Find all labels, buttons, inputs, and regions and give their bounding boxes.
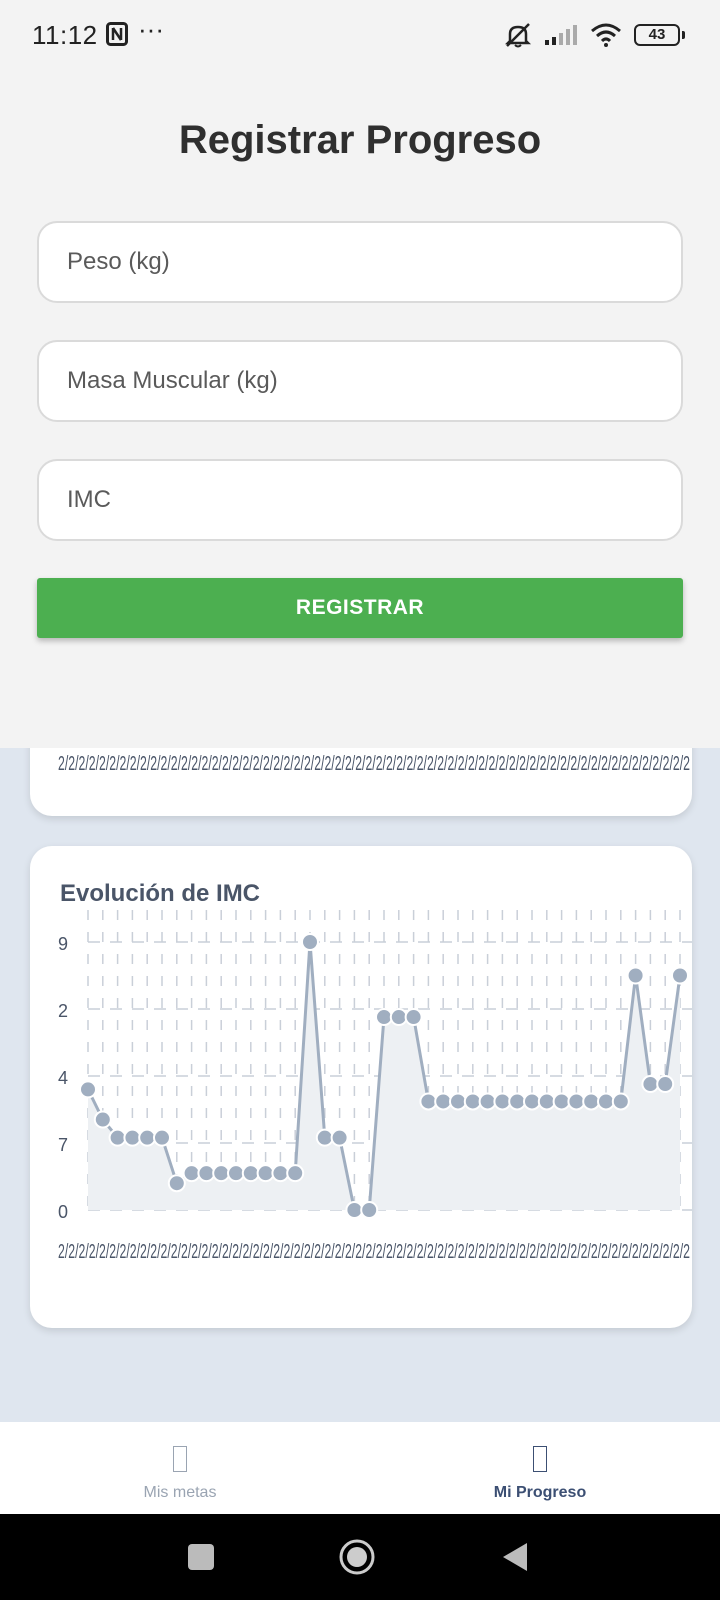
imc-data-point xyxy=(360,1201,379,1219)
imc-data-point xyxy=(656,1075,675,1094)
imc-data-point xyxy=(508,1092,527,1111)
signal-icon xyxy=(545,25,577,45)
battery-indicator: 43 xyxy=(634,24,685,46)
y-tick-label: 7 xyxy=(58,1135,68,1155)
imc-data-point xyxy=(108,1128,127,1147)
imc-input[interactable] xyxy=(37,459,683,541)
y-tick-label: 9 xyxy=(58,934,68,954)
imc-data-point xyxy=(315,1128,334,1147)
imc-data-point xyxy=(375,1008,393,1027)
nav-item-mis-metas[interactable]: Mis metas xyxy=(0,1422,360,1514)
imc-data-point xyxy=(241,1164,260,1183)
missing-glyph-icon xyxy=(173,1446,187,1472)
imc-data-point xyxy=(404,1008,423,1027)
imc-data-point xyxy=(523,1092,541,1111)
mute-icon xyxy=(504,23,532,48)
nav-label-mis-metas: Mis metas xyxy=(143,1484,217,1501)
imc-data-point xyxy=(330,1128,349,1147)
previous-chart-x-tick-labels: 2/2/2/2/2/2/2/2/2/2/2/2/2/2/2/2/2/2/2/2/… xyxy=(58,753,690,775)
imc-data-point xyxy=(626,966,645,985)
page-title: Registrar Progreso xyxy=(178,118,542,162)
imc-data-point xyxy=(478,1092,497,1111)
bottom-navigation: Mis metas Mi Progreso xyxy=(0,1422,720,1514)
imc-data-point xyxy=(93,1110,112,1129)
status-more-icon: ··· xyxy=(138,14,164,44)
imc-data-point xyxy=(552,1092,571,1111)
imc-data-point xyxy=(79,1080,97,1099)
imc-chart-card: Evolución de IMC 9 2 4 7 0 2/2/2/2/2/2/2/2/2/… xyxy=(30,846,692,1328)
imc-data-point xyxy=(641,1075,660,1094)
home-button[interactable] xyxy=(339,1539,375,1575)
masa-muscular-input[interactable] xyxy=(37,340,683,422)
back-button[interactable] xyxy=(503,1543,527,1571)
imc-data-point xyxy=(389,1008,408,1027)
status-bar: 11:12 ··· 43 xyxy=(0,0,720,72)
imc-data-point xyxy=(212,1164,231,1183)
imc-data-point xyxy=(153,1128,171,1147)
imc-data-point xyxy=(434,1092,453,1111)
status-time: 11:12 xyxy=(32,20,98,50)
recent-apps-button[interactable] xyxy=(188,1544,214,1570)
imc-data-point xyxy=(182,1164,201,1183)
nfc-icon xyxy=(106,22,128,46)
imc-data-point xyxy=(167,1174,186,1193)
imc-data-point xyxy=(301,933,319,951)
imc-data-point xyxy=(256,1164,275,1183)
imc-data-point xyxy=(449,1092,467,1111)
imc-data-point xyxy=(611,1092,630,1111)
imc-data-point xyxy=(286,1164,305,1183)
imc-data-point xyxy=(671,966,689,985)
imc-data-point xyxy=(537,1092,556,1111)
y-tick-label: 4 xyxy=(58,1068,68,1088)
imc-data-point xyxy=(197,1164,216,1183)
peso-input[interactable] xyxy=(37,221,683,303)
missing-glyph-icon xyxy=(533,1446,547,1472)
imc-data-point xyxy=(493,1092,512,1111)
nav-label-mi-progreso: Mi Progreso xyxy=(493,1484,587,1501)
nav-item-mi-progreso[interactable]: Mi Progreso xyxy=(360,1422,720,1514)
x-tick-labels: 2/2/2/2/2/2/2/2/2/2/2/2/2/2/2/2/2/2/2/2/… xyxy=(58,1241,690,1263)
imc-data-point xyxy=(567,1092,586,1111)
registrar-button[interactable]: REGISTRAR xyxy=(37,578,683,638)
imc-data-point xyxy=(463,1092,482,1111)
wifi-icon xyxy=(591,23,621,47)
system-navigation-bar xyxy=(0,1514,720,1600)
imc-chart: 9 2 4 7 0 2/2/2/2/2/2/2/2/2/2/2/2/2/2/2/2/2/2… xyxy=(58,910,692,1263)
imc-data-point xyxy=(345,1201,364,1219)
y-tick-label: 0 xyxy=(58,1202,68,1222)
imc-data-point xyxy=(227,1164,245,1183)
imc-data-point xyxy=(138,1128,157,1147)
imc-data-point xyxy=(123,1128,142,1147)
imc-data-point xyxy=(419,1092,438,1111)
y-tick-label: 2 xyxy=(58,1001,68,1021)
imc-data-point xyxy=(597,1092,615,1111)
imc-data-point xyxy=(582,1092,601,1111)
imc-data-point xyxy=(271,1164,290,1183)
